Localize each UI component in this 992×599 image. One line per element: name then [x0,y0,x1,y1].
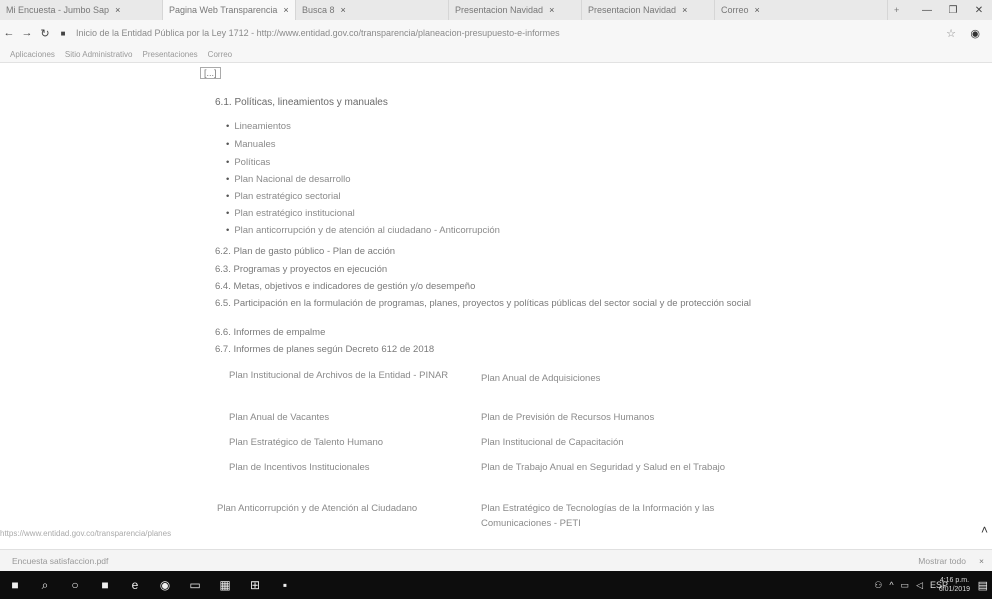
section-link[interactable]: 6.7. Informes de planes según Decreto 61… [215,342,795,358]
reload-icon[interactable]: ↻ [36,27,54,40]
chevron-up-icon[interactable]: ˄ [981,523,988,537]
chrome-icon[interactable]: ◉ [150,578,180,592]
list-item[interactable]: Plan anticorrupción y de atención al ciu… [226,225,500,236]
section-link[interactable]: 6.5. Participación en la formulación de … [215,296,795,312]
section-link[interactable]: 6.6. Informes de empalme [215,325,795,341]
page-content: [...] 6.1. Políticas, lineamientos y man… [0,63,992,549]
windows-start-icon[interactable]: ■ [0,578,30,592]
list-item[interactable]: Plan estratégico sectorial [226,191,340,202]
system-clock[interactable]: 4:16 p.m. 6/01/2019 [939,576,970,594]
list-item[interactable]: Lineamientos [226,121,291,132]
browser-tab-bar: Mi Encuesta - Jumbo Sap × Pagina Web Tran… [0,0,992,20]
profile-icon[interactable]: ◉ [970,27,980,40]
downloads-bar: Encuesta satisfaccion.pdf Mostrar todo × [0,549,992,572]
bookmark-item[interactable]: Aplicaciones [10,50,55,59]
windows-taskbar: ■ ⌕ ○ ■ e ◉ ▭ ▦ ⊞ ▪ ⚇ ^ ▭ ◁ ESP 4:16 p.m… [0,571,992,599]
list-item[interactable]: Manuales [226,139,275,150]
list-item[interactable]: Plan Nacional de desarrollo [226,174,350,185]
tab-label: Presentacion Navidad [588,5,677,15]
ellipsis-button[interactable]: [...] [200,67,221,79]
show-all-downloads-link[interactable]: Mostrar todo [918,556,966,566]
notifications-icon[interactable]: ▤ [978,579,988,592]
search-icon[interactable]: ⌕ [30,578,60,593]
file-explorer-icon[interactable]: ■ [90,578,120,592]
tab-label: Correo [721,5,749,15]
table-cell[interactable]: Plan Estratégico de Tecnologías de la In… [481,501,741,531]
close-icon[interactable]: × [755,5,760,15]
volume-icon[interactable]: ◁ [916,580,923,591]
url-field[interactable]: Inicio de la Entidad Pública por la Ley … [76,28,876,38]
app-icon[interactable]: ▦ [210,578,240,592]
people-icon[interactable]: ⚇ [874,580,882,591]
system-tray: ⚇ ^ ▭ ◁ ESP [867,580,948,591]
address-bar: ← → ↻ ■ Inicio de la Entidad Pública por… [0,20,992,46]
close-window-icon[interactable]: ✕ [966,5,992,16]
table-cell[interactable]: Plan de Incentivos Institucionales [229,460,469,475]
bookmarks-bar: Aplicaciones Sitio Administrativo Presen… [0,46,992,63]
browser-tab[interactable]: Presentacion Navidad × [449,0,582,20]
table-cell[interactable]: Plan Estratégico de Talento Humano [229,435,469,450]
maximize-icon[interactable]: ❐ [940,5,966,16]
app-icon[interactable]: ▭ [180,578,210,592]
browser-tab[interactable]: Pagina Web Transparencia × [163,0,296,20]
close-icon[interactable]: × [682,5,687,15]
table-cell[interactable]: Plan Institucional de Capacitación [481,435,741,450]
section-link[interactable]: 6.2. Plan de gasto público - Plan de acc… [215,244,795,260]
edge-browser-icon[interactable]: e [120,578,150,592]
back-icon[interactable]: ← [0,27,18,39]
clock-date: 6/01/2019 [938,586,970,593]
browser-tab[interactable]: Correo × [715,0,888,20]
section-link[interactable]: 6.3. Programas y proyectos en ejecución [215,262,795,278]
browser-tab[interactable]: Presentacion Navidad × [582,0,715,20]
close-icon[interactable]: × [283,5,288,15]
table-cell[interactable]: Plan de Trabajo Anual en Seguridad y Sal… [481,460,741,475]
table-cell[interactable]: Plan Anual de Vacantes [229,410,469,425]
section-link[interactable]: 6.4. Metas, objetivos e indicadores de g… [215,279,795,295]
window-controls: — ❐ ✕ [914,0,992,20]
table-cell[interactable]: Plan Anticorrupción y de Atención al Ciu… [217,501,472,516]
app-icon[interactable]: ⊞ [240,578,270,592]
section-heading: 6.1. Políticas, lineamientos y manuales [215,97,388,108]
tab-label: Mi Encuesta - Jumbo Sap [6,5,110,15]
bookmark-item[interactable]: Correo [208,50,232,59]
forward-icon[interactable]: → [18,27,36,39]
download-item[interactable]: Encuesta satisfaccion.pdf [12,556,108,566]
minimize-icon[interactable]: — [914,5,940,16]
tab-label: Presentacion Navidad [455,5,544,15]
security-icon[interactable]: ■ [54,29,72,38]
network-icon[interactable]: ▭ [901,580,910,591]
browser-tab[interactable]: Mi Encuesta - Jumbo Sap × [0,0,163,20]
chevron-up-icon[interactable]: ^ [889,580,893,590]
bookmark-item[interactable]: Sitio Administrativo [65,50,133,59]
close-icon[interactable]: × [341,5,346,15]
bookmark-item[interactable]: Presentaciones [143,50,198,59]
tab-label: Pagina Web Transparencia [169,5,278,15]
close-icon[interactable]: × [979,556,984,566]
close-icon[interactable]: × [115,5,120,15]
tab-label: Busca 8 [302,5,335,15]
browser-tab[interactable]: Busca 8 × [296,0,449,20]
bookmark-star-icon[interactable]: ☆ [946,27,956,40]
app-icon[interactable]: ▪ [270,578,300,592]
table-cell[interactable]: Plan Institucional de Archivos de la Ent… [229,368,469,383]
task-view-icon[interactable]: ○ [60,578,90,592]
list-item[interactable]: Plan estratégico institucional [226,208,354,219]
status-url: https://www.entidad.gov.co/transparencia… [0,529,172,538]
table-cell[interactable]: Plan Anual de Adquisiciones [481,371,741,386]
clock-time: 4:16 p.m. [939,577,970,584]
close-icon[interactable]: × [549,5,554,15]
table-cell[interactable]: Plan de Previsión de Recursos Humanos [481,410,741,425]
list-item[interactable]: Políticas [226,157,270,168]
